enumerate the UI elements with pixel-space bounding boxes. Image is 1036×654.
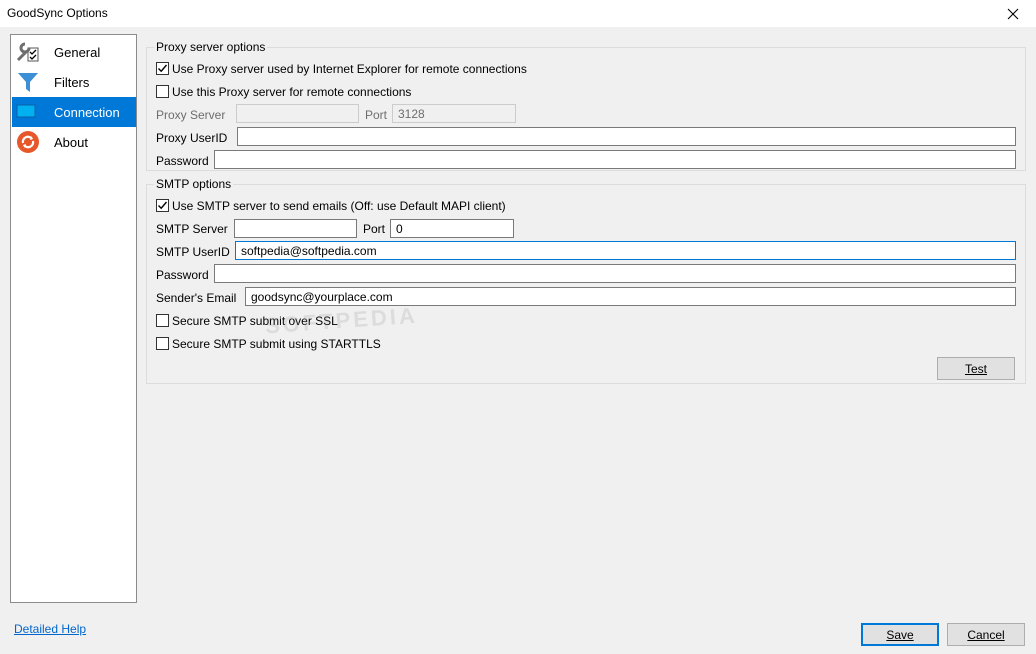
proxy-userid-label: Proxy UserID [156, 131, 228, 145]
sidebar-item-label: Connection [54, 105, 120, 120]
monitor-icon [16, 104, 36, 118]
proxy-server-input[interactable] [236, 104, 359, 123]
smtp-password-label: Password [156, 268, 209, 282]
smtp-port-input[interactable]: 0 [390, 219, 514, 238]
proxy-port-input[interactable]: 3128 [392, 104, 516, 123]
checkmark-icon [158, 64, 168, 73]
sidebar-item-connection[interactable]: Connection [12, 97, 136, 127]
sender-email-input[interactable]: goodsync@yourplace.com [245, 287, 1016, 306]
sidebar-item-label: General [54, 45, 101, 60]
sidebar-item-filters[interactable]: Filters [12, 67, 136, 97]
smtp-port-label: Port [363, 222, 386, 236]
use-this-proxy-checkbox[interactable] [156, 85, 169, 98]
use-this-proxy-label: Use this Proxy server for remote connect… [172, 85, 412, 99]
sidebar-item-general[interactable]: General [12, 37, 136, 67]
proxy-port-label: Port [365, 108, 388, 122]
test-button-label: Test [964, 361, 987, 376]
smtp-server-input[interactable] [234, 219, 357, 238]
proxy-userid-input[interactable] [237, 127, 1016, 146]
title-bar: GoodSync Options [0, 0, 1036, 27]
sidebar-item-label: About [54, 135, 88, 150]
wrench-checklist-icon [16, 42, 39, 62]
window-title: GoodSync Options [7, 6, 108, 20]
use-smtp-checkbox[interactable] [156, 199, 169, 212]
group-title: Proxy server options [154, 40, 268, 54]
use-smtp-label: Use SMTP server to send emails (Off: use… [172, 199, 506, 213]
cancel-button-label: Cancel [967, 627, 1005, 642]
test-button[interactable]: Test [937, 357, 1015, 380]
proxy-password-label: Password [156, 154, 209, 168]
detailed-help-link[interactable]: Detailed Help [14, 622, 86, 636]
save-button[interactable]: Save [861, 623, 939, 646]
sender-email-label: Sender's Email [156, 291, 237, 305]
sidebar-item-about[interactable]: About [12, 127, 136, 157]
sidebar-item-label: Filters [54, 75, 90, 90]
secure-ssl-checkbox[interactable] [156, 314, 169, 327]
funnel-icon [18, 73, 38, 92]
close-icon [1007, 8, 1019, 19]
save-button-label: Save [886, 627, 914, 642]
checkmark-icon [158, 201, 168, 210]
smtp-password-input[interactable] [214, 264, 1016, 283]
smtp-userid-input[interactable]: softpedia@softpedia.com [235, 241, 1016, 260]
proxy-options-group: Proxy server options Use Proxy server us… [146, 40, 1026, 171]
secure-starttls-checkbox[interactable] [156, 337, 169, 350]
goodsync-logo-icon [17, 131, 39, 153]
use-ie-proxy-checkbox[interactable] [156, 62, 169, 75]
close-button[interactable] [990, 0, 1036, 27]
group-title: SMTP options [154, 177, 234, 191]
smtp-userid-label: SMTP UserID [156, 245, 230, 259]
cancel-button[interactable]: Cancel [947, 623, 1025, 646]
proxy-password-input[interactable] [214, 150, 1016, 169]
proxy-server-label: Proxy Server [156, 108, 226, 122]
smtp-options-group: SMTP options Use SMTP server to send ema… [146, 177, 1026, 384]
secure-starttls-label: Secure SMTP submit using STARTTLS [172, 337, 381, 351]
options-sidebar: General Filters Connection About [10, 34, 137, 603]
smtp-server-label: SMTP Server [156, 222, 228, 236]
use-ie-proxy-label: Use Proxy server used by Internet Explor… [172, 62, 527, 76]
